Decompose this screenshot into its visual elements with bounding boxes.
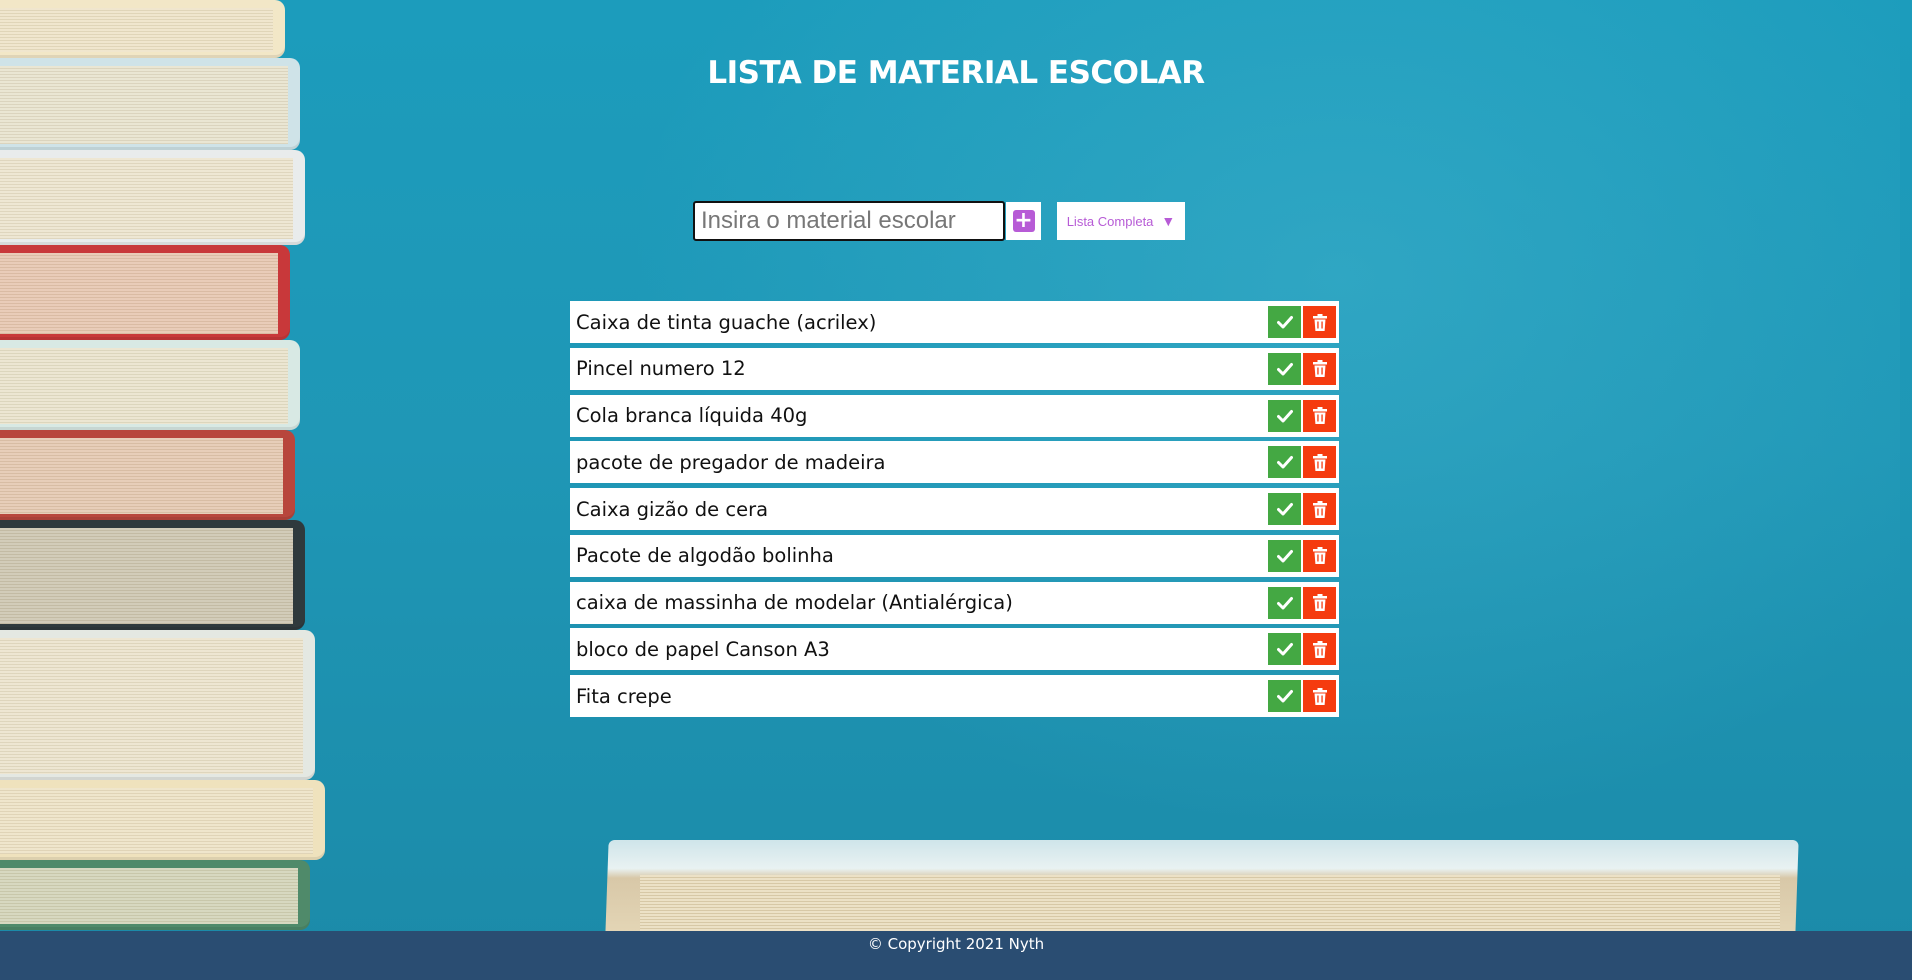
trash-icon xyxy=(1312,594,1327,611)
check-icon xyxy=(1276,690,1293,703)
list-item: Fita crepe xyxy=(570,675,1339,717)
delete-button[interactable] xyxy=(1303,352,1336,385)
material-list: Caixa de tinta guache (acrilex) Pincel n… xyxy=(570,301,1339,722)
check-icon xyxy=(1276,596,1293,609)
check-icon xyxy=(1276,362,1293,376)
trash-icon xyxy=(1312,547,1327,565)
trash-icon xyxy=(1312,640,1327,658)
delete-button[interactable] xyxy=(1303,680,1336,712)
complete-button[interactable] xyxy=(1268,539,1301,572)
delete-button[interactable] xyxy=(1303,586,1336,619)
item-label: Pincel numero 12 xyxy=(576,357,746,381)
delete-button[interactable] xyxy=(1303,539,1336,572)
complete-button[interactable] xyxy=(1268,352,1301,385)
trash-icon xyxy=(1312,360,1327,378)
check-icon xyxy=(1276,316,1293,329)
list-item: pacote de pregador de madeira xyxy=(570,441,1339,484)
complete-button[interactable] xyxy=(1268,306,1301,338)
list-item: Caixa de tinta guache (acrilex) xyxy=(570,301,1339,343)
filter-selected-value: Lista Completa xyxy=(1066,213,1154,229)
check-icon xyxy=(1276,643,1293,656)
delete-button[interactable] xyxy=(1303,399,1336,432)
complete-button[interactable] xyxy=(1268,586,1301,619)
delete-button[interactable] xyxy=(1303,633,1336,666)
trash-icon xyxy=(1312,687,1327,705)
item-label: caixa de massinha de modelar (Antialérgi… xyxy=(576,591,1013,614)
trash-icon xyxy=(1312,313,1327,331)
item-label: Fita crepe xyxy=(576,684,672,708)
list-item: Caixa gizão de cera xyxy=(570,488,1339,530)
complete-button[interactable] xyxy=(1268,399,1301,432)
item-label: pacote de pregador de madeira xyxy=(576,450,886,474)
trash-icon xyxy=(1312,453,1327,471)
delete-button[interactable] xyxy=(1303,446,1336,479)
add-button[interactable]: + xyxy=(1006,202,1041,240)
check-icon xyxy=(1276,549,1293,563)
delete-button[interactable] xyxy=(1303,493,1336,525)
filter-select[interactable]: Lista Completa ▼ xyxy=(1057,202,1185,240)
footer: © Copyright 2021 Nyth xyxy=(0,931,1912,980)
complete-button[interactable] xyxy=(1268,633,1301,666)
page-title: LISTA DE MATERIAL ESCOLAR xyxy=(707,55,1205,91)
check-icon xyxy=(1276,409,1293,422)
item-label: Caixa gizão de cera xyxy=(576,497,769,521)
complete-button[interactable] xyxy=(1268,493,1301,525)
plus-square-icon: + xyxy=(1012,208,1035,233)
delete-button[interactable] xyxy=(1303,306,1336,338)
trash-icon xyxy=(1312,500,1327,518)
list-item: caixa de massinha de modelar (Antialérgi… xyxy=(570,581,1339,624)
check-icon xyxy=(1276,503,1293,516)
list-item: Pincel numero 12 xyxy=(570,347,1339,390)
page: LISTA DE MATERIAL ESCOLAR + Lista Comple… xyxy=(0,0,1912,980)
list-item: Pacote de algodão bolinha xyxy=(570,534,1339,577)
complete-button[interactable] xyxy=(1268,680,1301,712)
table-book-pages xyxy=(640,875,1780,935)
caret-down-icon: ▼ xyxy=(1161,213,1176,229)
copyright-text: © Copyright 2021 Nyth xyxy=(867,935,1045,953)
complete-button[interactable] xyxy=(1268,446,1301,479)
item-label: Caixa de tinta guache (acrilex) xyxy=(576,310,877,334)
trash-icon xyxy=(1312,407,1327,424)
item-label: bloco de papel Canson A3 xyxy=(576,637,830,661)
item-label: Cola branca líquida 40g xyxy=(576,404,808,427)
list-item: bloco de papel Canson A3 xyxy=(570,628,1339,671)
item-label: Pacote de algodão bolinha xyxy=(576,544,834,568)
material-input[interactable] xyxy=(693,201,1005,241)
add-material-form: + Lista Completa ▼ xyxy=(693,200,1185,242)
list-item: Cola branca líquida 40g xyxy=(570,394,1339,437)
book-stack-image xyxy=(0,0,330,930)
check-icon xyxy=(1276,456,1293,469)
